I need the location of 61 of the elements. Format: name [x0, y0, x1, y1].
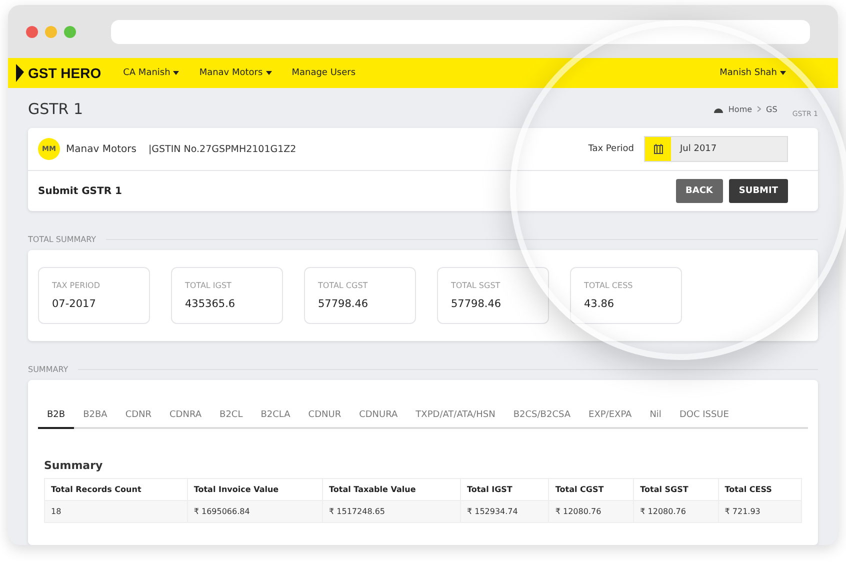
- return-tab[interactable]: B2CS/B2CSA: [504, 402, 580, 429]
- table-cell: ₹ 12080.76: [634, 500, 718, 522]
- nav-menu-item[interactable]: Manage Users: [292, 68, 356, 78]
- return-tab[interactable]: DOC ISSUE: [670, 402, 738, 429]
- stat-label: TOTAL CESS: [584, 281, 634, 290]
- tax-period-label: Tax Period: [588, 144, 634, 154]
- return-tab[interactable]: CDNR: [116, 402, 161, 429]
- breadcrumb-link[interactable]: GS: [766, 104, 778, 114]
- maximize-dot[interactable]: [64, 26, 76, 38]
- minimize-dot[interactable]: [45, 26, 57, 38]
- submit-button[interactable]: SUBMIT: [728, 179, 788, 203]
- stat-value: 43.86: [584, 298, 616, 310]
- table-cell: ₹ 152934.74: [460, 500, 549, 522]
- tax-period-field[interactable]: Jul 2017: [644, 136, 788, 162]
- section-heading: TOTAL SUMMARY: [28, 235, 96, 244]
- stat-value: 57798.46: [451, 298, 502, 310]
- table-cell: ₹ 721.93: [718, 500, 802, 522]
- submit-heading: Submit GSTR 1: [38, 186, 122, 196]
- dashboard-icon: [714, 106, 724, 112]
- column-header: Total SGST: [634, 478, 718, 500]
- stat-value: 57798.46: [318, 298, 370, 310]
- table-cell: 18: [44, 500, 188, 522]
- return-tab[interactable]: CDNURA: [350, 402, 407, 429]
- column-header: Total Invoice Value: [187, 478, 323, 500]
- section-heading: SUMMARY: [28, 365, 68, 374]
- column-header: Total Records Count: [44, 478, 188, 500]
- app-logo[interactable]: GST HERO: [16, 64, 102, 82]
- address-bar[interactable]: [111, 20, 810, 44]
- stat-label: TOTAL CGST: [318, 281, 369, 290]
- stat-label: TAX PERIOD: [52, 281, 102, 290]
- table-cell: ₹ 12080.76: [548, 500, 634, 522]
- stat-label: TOTAL IGST: [185, 281, 232, 290]
- stat-value: 07-2017: [52, 298, 97, 310]
- stat-label: TOTAL SGST: [451, 281, 502, 290]
- table-title: Summary: [44, 459, 104, 472]
- nav-menu-item[interactable]: Manav Motors: [199, 68, 272, 78]
- user-menu[interactable]: Manish Shah: [720, 68, 786, 78]
- breadcrumb-link[interactable]: Home: [728, 104, 752, 114]
- return-tab[interactable]: B2B: [38, 402, 74, 429]
- logo-mark-icon: [16, 64, 24, 82]
- close-dot[interactable]: [26, 26, 38, 38]
- return-tab[interactable]: B2CLA: [252, 402, 300, 429]
- return-tab[interactable]: CDNRA: [160, 402, 211, 429]
- return-tab[interactable]: CDNUR: [299, 402, 350, 429]
- business-name: Manav Motors: [66, 144, 136, 154]
- calendar-icon: [654, 144, 662, 154]
- caret-icon: [780, 71, 786, 75]
- nav-menu-item[interactable]: CA Manish: [123, 68, 180, 78]
- page-title: GSTR 1: [28, 100, 84, 118]
- return-tab[interactable]: Nil: [640, 402, 670, 429]
- chevron-right-icon: [757, 106, 762, 112]
- return-tab[interactable]: B2CL: [210, 402, 252, 429]
- table-cell: ₹ 1517248.65: [322, 500, 460, 522]
- back-button[interactable]: BACK: [676, 179, 723, 203]
- gstin-number: |GSTIN No.27GSPMH2101G1Z2: [148, 144, 296, 154]
- return-tab[interactable]: EXP/EXPA: [580, 402, 641, 429]
- return-tab[interactable]: TXPD/AT/ATA/HSN: [406, 402, 504, 429]
- column-header: Total Taxable Value: [322, 478, 460, 500]
- stat-value: 435365.6: [185, 298, 236, 310]
- table-cell: ₹ 1695066.84: [187, 500, 323, 522]
- return-tab[interactable]: B2BA: [74, 402, 116, 429]
